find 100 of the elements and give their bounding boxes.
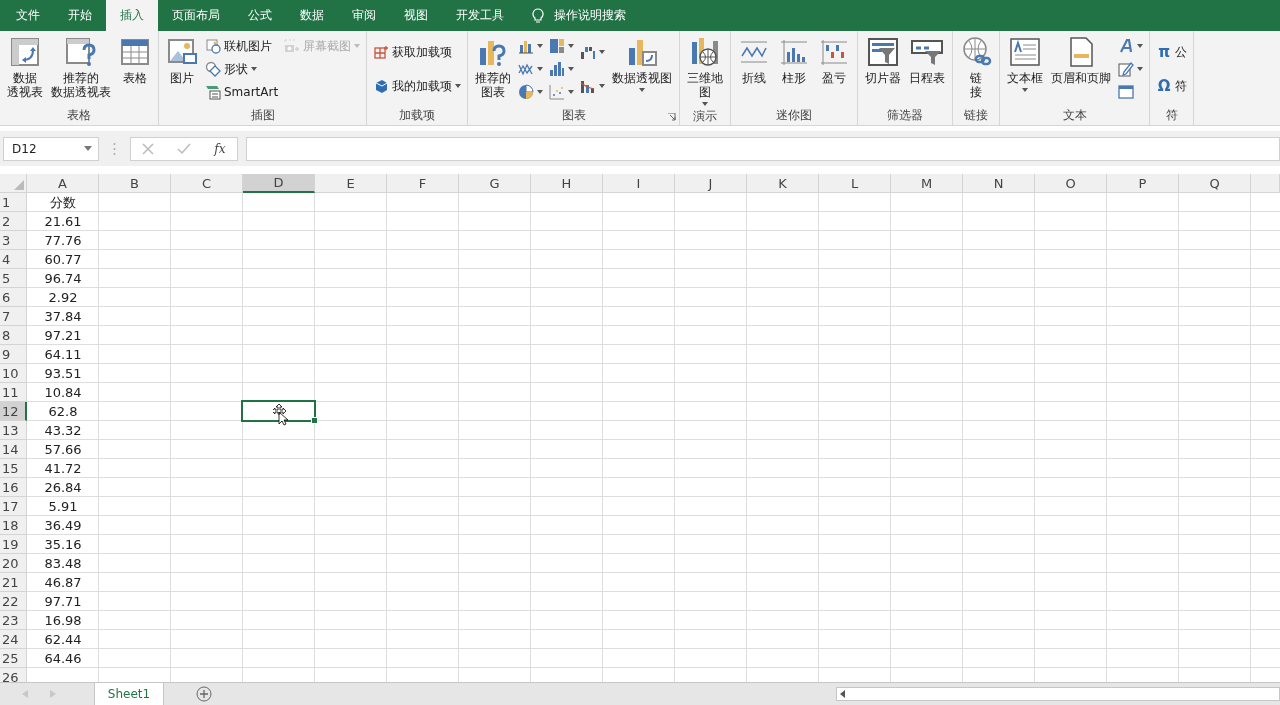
column-header[interactable]: K: [747, 174, 819, 193]
column-header[interactable]: Q: [1179, 174, 1251, 193]
ribbon-button[interactable]: 推荐的 图表: [472, 34, 515, 107]
sheet-tab[interactable]: Sheet1: [94, 683, 164, 705]
column-header[interactable]: L: [819, 174, 891, 193]
ribbon-button[interactable]: 文本框: [1004, 34, 1047, 107]
insert-function-button[interactable]: fx: [214, 141, 226, 156]
ribbon-tab[interactable]: 数据: [286, 0, 338, 31]
ribbon-tab[interactable]: 文件: [2, 0, 54, 31]
add-sheet-icon[interactable]: [196, 686, 212, 702]
ribbon-button[interactable]: 表格: [116, 34, 154, 107]
ribbon-button[interactable]: SmartArt: [203, 82, 281, 102]
ribbon-button[interactable]: 获取加载项: [371, 42, 464, 62]
lightbulb-icon: [532, 7, 544, 24]
row-header[interactable]: 17: [0, 497, 27, 516]
triangle-icon: [14, 180, 24, 190]
caret-icon: [1137, 44, 1144, 48]
ribbon-button[interactable]: 图片: [163, 34, 201, 107]
row-header[interactable]: 22: [0, 592, 27, 611]
column-header[interactable]: H: [531, 174, 603, 193]
ribbon-button[interactable]: 数据透视图: [609, 34, 676, 107]
row-header[interactable]: 19: [0, 535, 27, 554]
ribbon-button[interactable]: 柱形: [775, 34, 814, 107]
column-header[interactable]: F: [387, 174, 459, 193]
name-box[interactable]: D12: [3, 136, 99, 161]
ribbon-button[interactable]: 联机图片: [203, 36, 281, 56]
row-header[interactable]: 3: [0, 231, 27, 250]
ribbon-tab[interactable]: 开始: [54, 0, 106, 31]
row-header[interactable]: 16: [0, 478, 27, 497]
ribbon-button[interactable]: [516, 82, 546, 102]
column-header[interactable]: I: [603, 174, 675, 193]
caret-icon: [599, 84, 606, 88]
row-header[interactable]: 18: [0, 516, 27, 535]
row-header[interactable]: 11: [0, 383, 27, 402]
row-header[interactable]: 6: [0, 288, 27, 307]
ribbon-button[interactable]: 三维地 图: [684, 34, 727, 108]
horizontal-scrollbar[interactable]: [836, 687, 1280, 701]
drag-handle-icon[interactable]: [113, 141, 116, 156]
filter-icon: [867, 36, 900, 68]
column-header[interactable]: G: [459, 174, 531, 193]
column-header[interactable]: M: [891, 174, 963, 193]
row-header[interactable]: 14: [0, 440, 27, 459]
row-header[interactable]: 15: [0, 459, 27, 478]
formula-input[interactable]: [246, 136, 1280, 161]
ribbon-button[interactable]: 盈亏: [815, 34, 854, 107]
row-header[interactable]: 5: [0, 269, 27, 288]
row-header[interactable]: 9: [0, 345, 27, 364]
ribbon-button[interactable]: 链 接: [957, 34, 996, 107]
row-header[interactable]: 2: [0, 212, 27, 231]
ribbon-button[interactable]: 切片器: [862, 34, 905, 107]
scroll-left-icon[interactable]: [840, 690, 845, 698]
ribbon-tab[interactable]: 视图: [390, 0, 442, 31]
ribbon-button[interactable]: Ω 符: [1154, 76, 1190, 96]
ribbon-button[interactable]: π 公: [1154, 42, 1190, 62]
column-header[interactable]: O: [1035, 174, 1107, 193]
row-header[interactable]: 12: [0, 402, 27, 421]
row-header[interactable]: 13: [0, 421, 27, 440]
row-header[interactable]: 24: [0, 630, 27, 649]
ribbon-button[interactable]: [547, 59, 577, 79]
ribbon-button[interactable]: 数据 透视表: [4, 34, 46, 107]
column-header[interactable]: E: [315, 174, 387, 193]
row-header[interactable]: 8: [0, 326, 27, 345]
tell-me-search[interactable]: 操作说明搜索: [532, 0, 626, 31]
row-header[interactable]: 26: [0, 668, 27, 682]
ribbon-button[interactable]: 折线: [735, 34, 774, 107]
cell-text: 36.49: [44, 518, 82, 533]
ribbon-tab[interactable]: 开发工具: [442, 0, 518, 31]
row-header[interactable]: 10: [0, 364, 27, 383]
window-icon: [1118, 84, 1135, 100]
caret-icon: [568, 44, 575, 48]
ribbon-button[interactable]: 推荐的 数据透视表: [48, 34, 114, 107]
cell-text: 62.44: [44, 632, 82, 647]
row-header[interactable]: 23: [0, 611, 27, 630]
row-header[interactable]: 21: [0, 573, 27, 592]
row-header[interactable]: 25: [0, 649, 27, 668]
check-icon[interactable]: [177, 142, 192, 155]
ribbon-tab[interactable]: 页面布局: [158, 0, 234, 31]
column-header[interactable]: B: [99, 174, 171, 193]
row-header[interactable]: 7: [0, 307, 27, 326]
dialog-launcher-icon[interactable]: [668, 113, 677, 121]
column-header[interactable]: D: [243, 174, 315, 193]
ribbon-button[interactable]: [547, 36, 577, 56]
ribbon-tab[interactable]: 审阅: [338, 0, 390, 31]
column-header[interactable]: N: [963, 174, 1035, 193]
column-header[interactable]: J: [675, 174, 747, 193]
caret-icon: [568, 90, 575, 94]
ribbon-tab[interactable]: 公式: [234, 0, 286, 31]
ribbon-button[interactable]: 页眉和页脚: [1048, 34, 1115, 107]
row-header[interactable]: 1: [0, 193, 27, 212]
row-header[interactable]: 4: [0, 250, 27, 269]
column-header[interactable]: A: [27, 174, 99, 193]
column-header[interactable]: P: [1107, 174, 1179, 193]
treemap-icon: [549, 38, 566, 54]
ribbon-button[interactable]: 日程表: [906, 34, 949, 107]
column-header[interactable]: C: [171, 174, 243, 193]
ribbon-button[interactable]: 我的加载项: [371, 76, 464, 96]
ribbon-tab[interactable]: 插入: [106, 0, 158, 31]
row-header[interactable]: 20: [0, 554, 27, 573]
bar-chart-icon: [549, 61, 566, 77]
ribbon-button[interactable]: 形状: [203, 59, 281, 79]
